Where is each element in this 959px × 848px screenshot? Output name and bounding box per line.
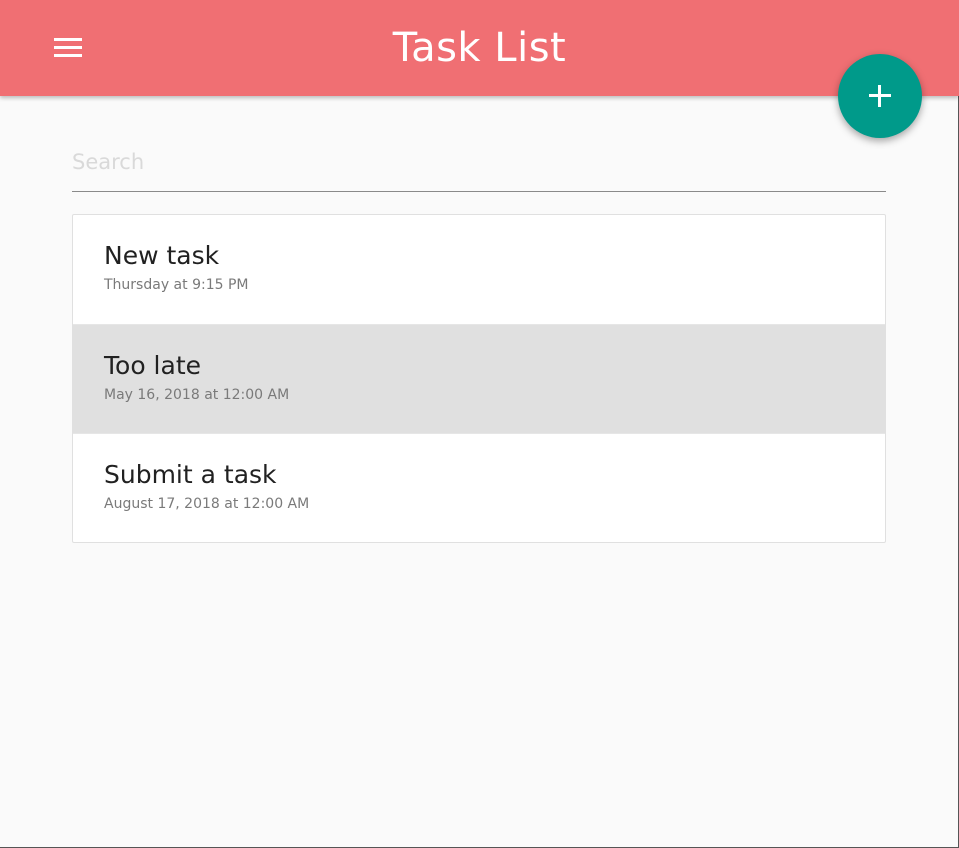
page-title: Task List [392,25,567,71]
task-list-item[interactable]: Submit a task August 17, 2018 at 12:00 A… [73,433,885,542]
task-title: New task [104,241,220,270]
app-bar: Task List [0,0,959,96]
task-list-item[interactable]: Too late May 16, 2018 at 12:00 AM [73,324,885,433]
search-input[interactable] [72,138,886,184]
task-date: August 17, 2018 at 12:00 AM [104,496,310,512]
task-date: May 16, 2018 at 12:00 AM [104,387,290,403]
task-title: Submit a task [104,460,277,489]
task-date: Thursday at 9:15 PM [104,277,249,293]
search-field [72,138,886,192]
plus-icon [869,85,891,107]
task-list-item[interactable]: New task Thursday at 9:15 PM [73,215,885,324]
task-list: New task Thursday at 9:15 PM Too late Ma… [72,214,886,543]
task-title: Too late [104,351,202,380]
app-window: Task List New task Thursday at 9:15 PM T… [0,0,959,848]
add-task-button[interactable] [838,54,922,138]
